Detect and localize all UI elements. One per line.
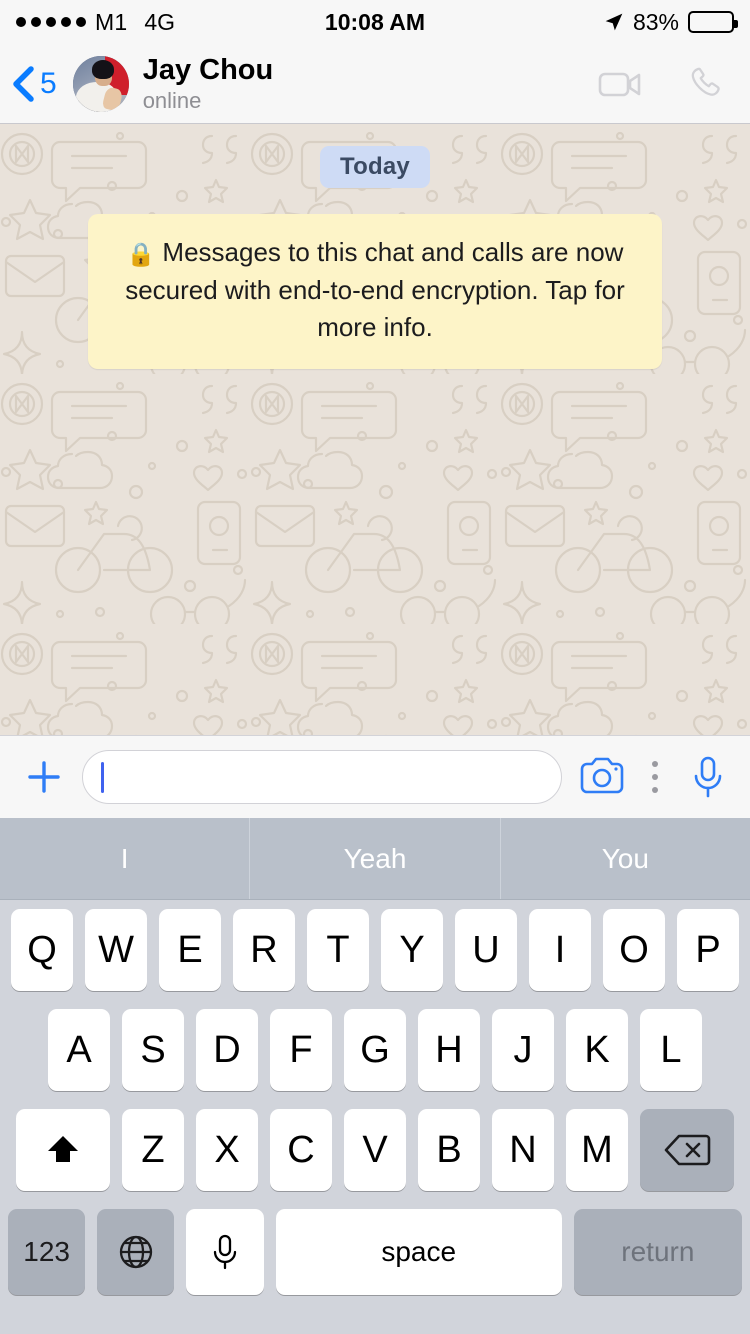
key-f[interactable]: F [270,1009,332,1091]
key-d[interactable]: D [196,1009,258,1091]
key-m[interactable]: M [566,1109,628,1191]
camera-button[interactable] [578,753,626,801]
shift-key[interactable] [16,1109,110,1191]
phone-icon [691,67,720,96]
space-key[interactable]: space [275,1209,562,1295]
plus-icon[interactable] [22,755,66,799]
key-l[interactable]: L [640,1009,702,1091]
more-vertical-icon[interactable] [642,761,668,793]
key-v[interactable]: V [344,1109,406,1191]
return-key[interactable]: return [573,1209,743,1295]
day-divider-row: Today [0,146,750,188]
backspace-delete-icon [664,1134,711,1166]
key-y[interactable]: Y [381,909,443,991]
suggestion-1[interactable]: I [0,818,249,899]
carrier-label: M1 [95,8,128,35]
key-j[interactable]: J [492,1009,554,1091]
numeric-keyboard-key[interactable]: 123 [8,1209,86,1295]
chat-message-area[interactable]: Today 🔒 Messages to this chat and calls … [0,124,750,735]
contact-name: Jay Chou [142,54,274,87]
key-h[interactable]: H [418,1009,480,1091]
contact-info[interactable]: Jay Chou online [143,54,274,113]
voice-record-button[interactable] [684,753,732,801]
camera-icon [580,757,624,794]
lock-icon: 🔒 [126,241,156,267]
suggestion-2[interactable]: Yeah [249,818,499,899]
key-i[interactable]: I [529,909,591,991]
key-p[interactable]: P [677,909,739,991]
keyboard-row-4: 123 space return [0,1200,750,1304]
backspace-key[interactable] [640,1109,734,1191]
microphone-icon [694,756,722,798]
whatsapp-chat-screen: M1 4G 10:08 AM 83% 5 Jay Chou online Tod… [0,0,750,1334]
chat-header: 5 Jay Chou online [0,44,750,124]
status-bar-left: M1 4G [16,9,175,36]
message-input-bar [0,735,750,818]
battery-icon [688,11,738,33]
key-q[interactable]: Q [11,909,73,991]
unread-count-badge: 5 [40,66,57,100]
status-bar: M1 4G 10:08 AM 83% [0,0,750,44]
suggestion-3[interactable]: You [499,818,750,899]
back-button[interactable]: 5 [12,65,57,102]
shift-up-arrow-icon [48,1136,78,1162]
key-z[interactable]: Z [122,1109,184,1191]
keyboard-row-2: ASDFGHJKL [0,1000,750,1100]
status-bar-right: 83% [604,8,738,36]
video-call-button[interactable] [598,64,644,104]
video-camera-icon [598,72,641,96]
header-actions [598,64,736,104]
contact-presence-status: online [142,87,202,113]
on-screen-keyboard: I Yeah You QWERTYUIOP ASDFGHJKL ZXCVBNM 12… [0,818,750,1334]
key-w[interactable]: W [85,909,147,991]
voice-call-button[interactable] [684,64,730,104]
key-b[interactable]: B [418,1109,480,1191]
network-type-label: 4G [144,8,176,35]
key-x[interactable]: X [196,1109,258,1191]
location-arrow-icon [605,13,623,31]
day-divider-pill: Today [320,146,430,188]
text-cursor [101,761,104,793]
key-k[interactable]: K [566,1009,628,1091]
key-t[interactable]: T [307,909,369,991]
key-u[interactable]: U [455,909,517,991]
key-e[interactable]: E [159,909,221,991]
signal-strength-icon [16,17,86,27]
key-n[interactable]: N [492,1109,554,1191]
keyboard-row-1: QWERTYUIOP [0,900,750,1000]
message-list: Today 🔒 Messages to this chat and calls … [0,124,750,370]
keyboard-row-3: ZXCVBNM [0,1100,750,1200]
key-r[interactable]: R [233,909,295,991]
encryption-notice-bubble[interactable]: 🔒 Messages to this chat and calls are no… [88,214,662,370]
encryption-notice-row[interactable]: 🔒 Messages to this chat and calls are no… [0,214,750,370]
avatar[interactable] [72,55,129,112]
message-input[interactable] [82,750,562,804]
battery-percent-label: 83% [632,8,679,35]
chevron-left-icon [13,65,34,102]
key-a[interactable]: A [48,1009,110,1091]
key-s[interactable]: S [122,1009,184,1091]
key-g[interactable]: G [344,1009,406,1091]
microphone-icon [213,1234,237,1270]
predictive-suggestion-bar: I Yeah You [0,818,750,900]
language-switch-key[interactable] [97,1209,175,1295]
key-o[interactable]: O [603,909,665,991]
key-c[interactable]: C [270,1109,332,1191]
encryption-notice-text: Messages to this chat and calls are now … [125,237,625,343]
globe-language-icon [119,1235,152,1269]
dictation-key[interactable] [186,1209,264,1295]
